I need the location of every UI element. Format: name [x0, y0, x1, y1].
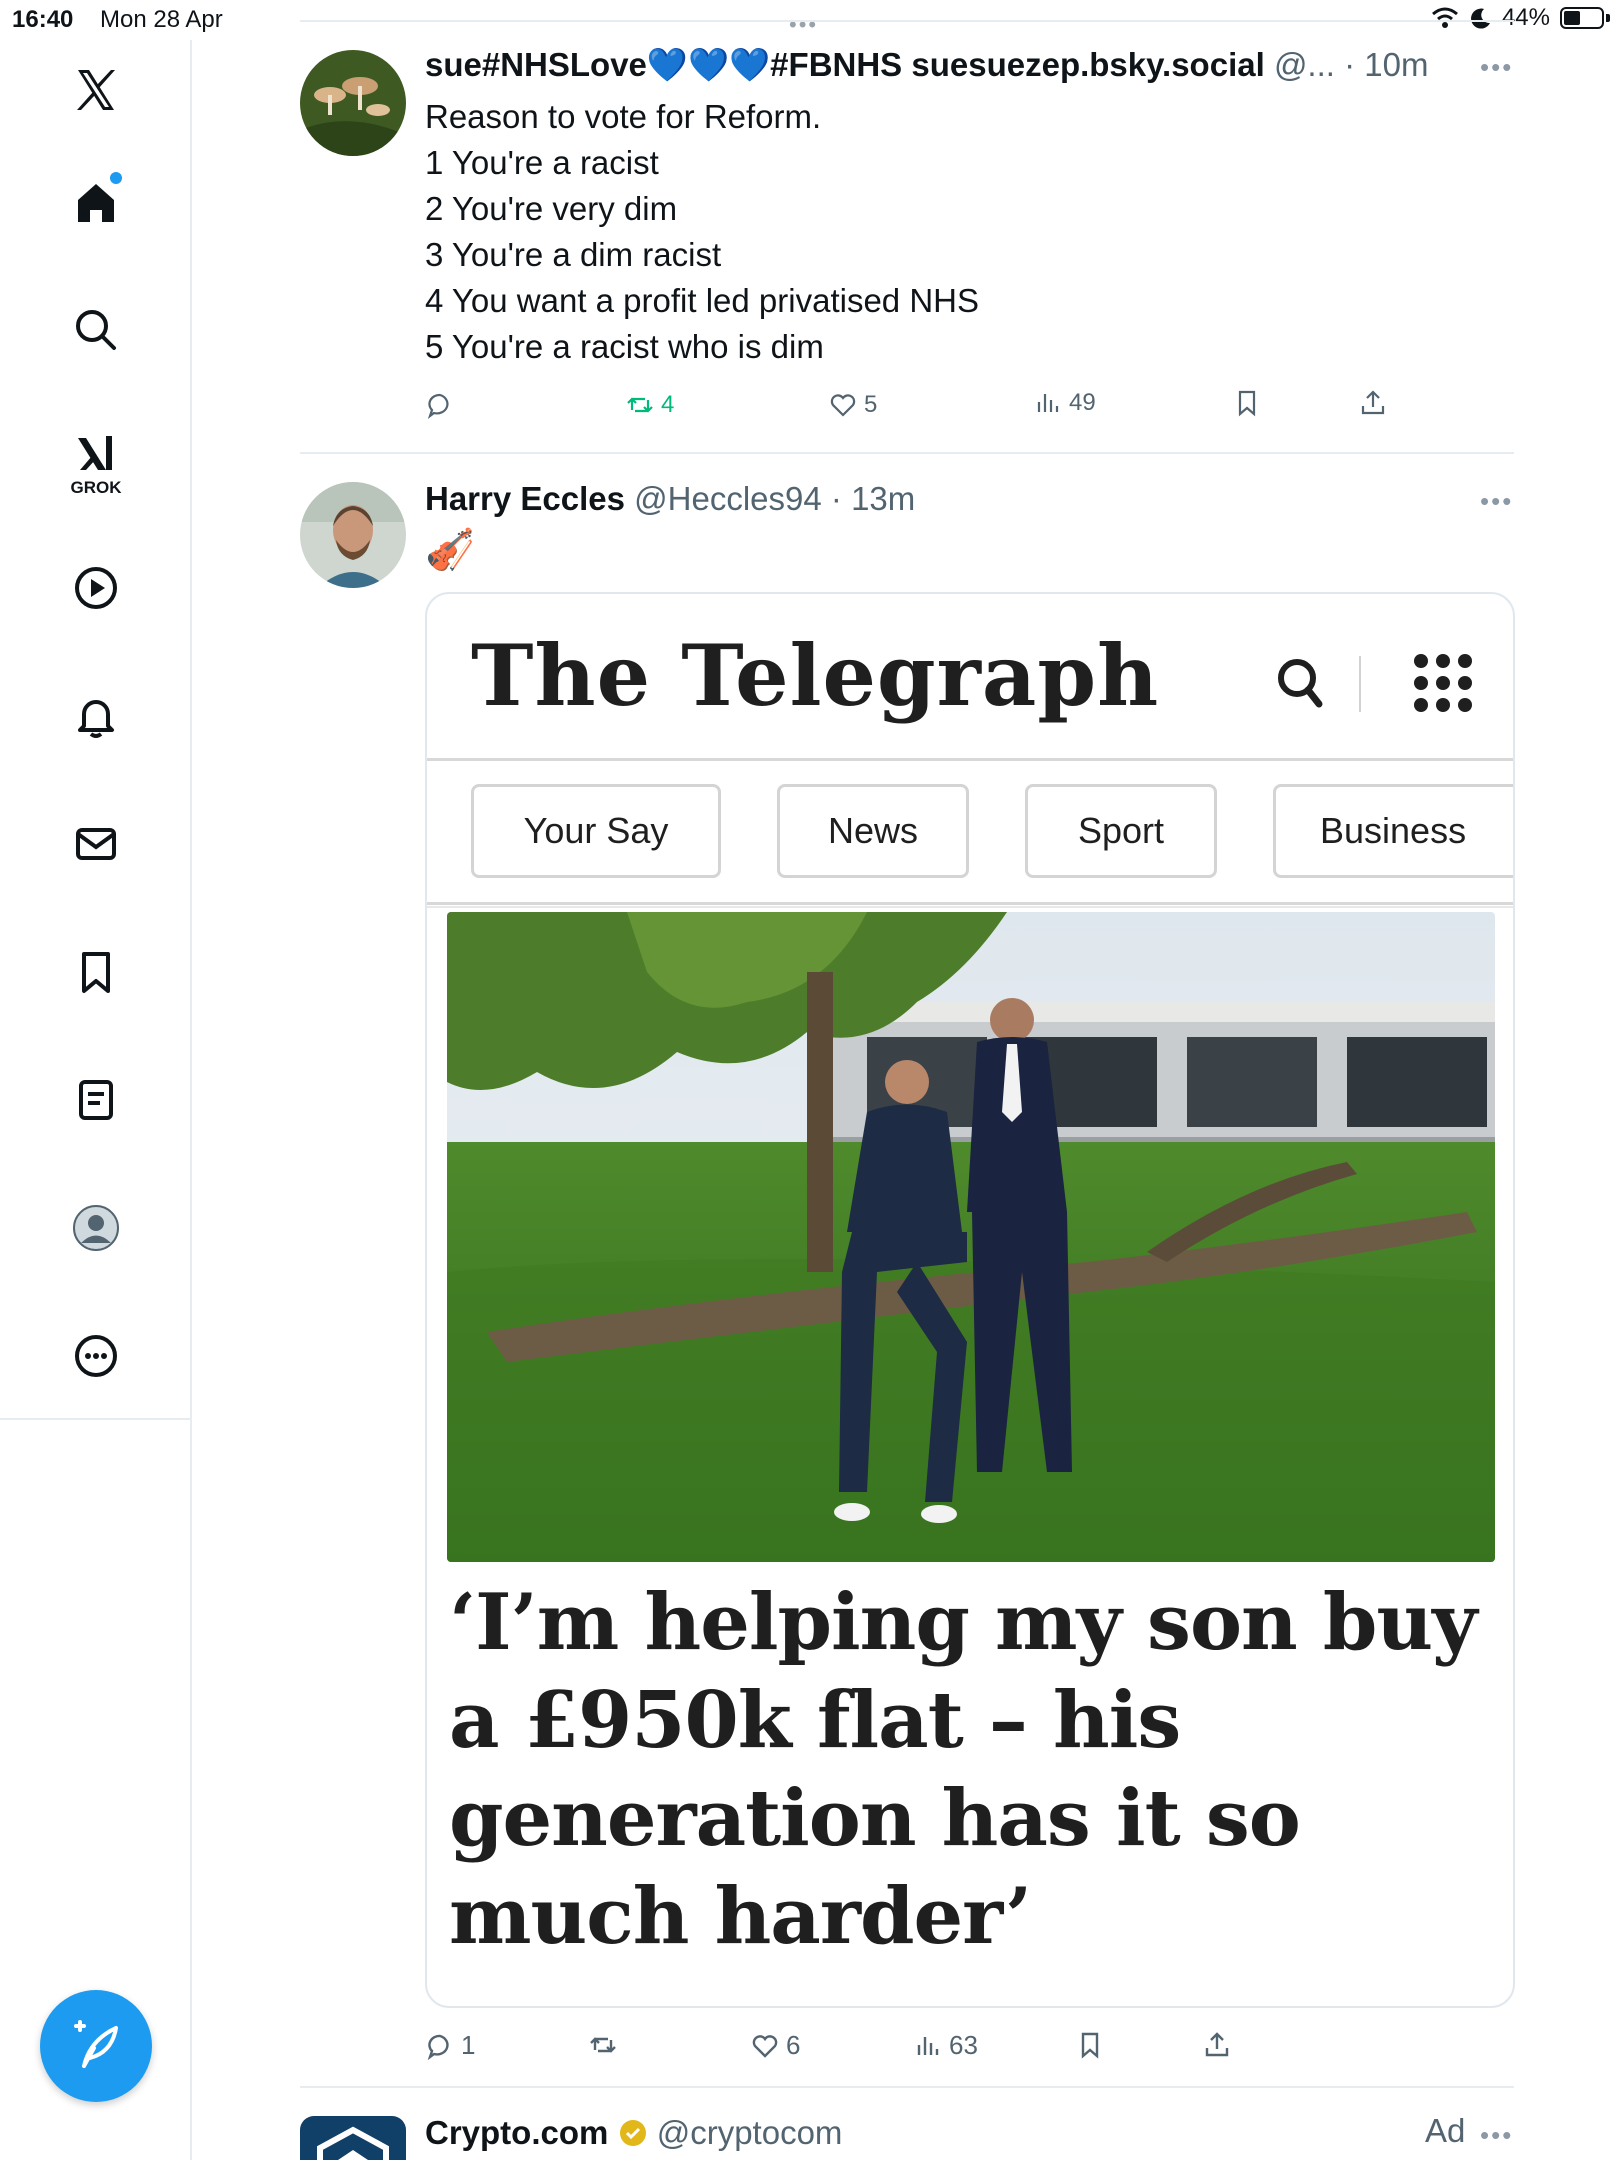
- home-notification-dot: [110, 172, 122, 184]
- post-text-line: 1 You're a racist: [425, 144, 659, 181]
- menu-grid-icon: [1414, 654, 1474, 714]
- share-button[interactable]: [1358, 388, 1388, 418]
- views-count: 63: [949, 2030, 978, 2060]
- battery-percent: 44%: [1501, 4, 1550, 31]
- tabs-rule: [427, 902, 1513, 908]
- bookmark-icon: [1081, 2032, 1099, 2059]
- tab-sport: Sport: [1025, 784, 1217, 878]
- repost-button[interactable]: [588, 2030, 618, 2060]
- feather-plus-icon: [74, 2020, 118, 2068]
- search-icon[interactable]: [56, 290, 136, 370]
- author-handle[interactable]: @cryptocom: [657, 2114, 843, 2151]
- tab-news: News: [777, 784, 969, 878]
- video-icon[interactable]: [56, 548, 136, 628]
- post-header: Harry Eccles @Heccles94 · 13m: [425, 480, 915, 518]
- header-separator: [1359, 656, 1361, 712]
- like-count: 6: [786, 2030, 801, 2060]
- post-header: Crypto.com @cryptocom: [425, 2114, 842, 2152]
- heart-icon: [752, 2034, 778, 2058]
- author-handle[interactable]: @Heccles94: [634, 480, 822, 517]
- repost-icon: [627, 397, 653, 413]
- author-handle[interactable]: @...: [1274, 46, 1335, 83]
- compose-post-button[interactable]: [40, 1990, 152, 2102]
- post-more-icon[interactable]: •••: [1480, 486, 1513, 517]
- post-header: sue#NHSLove💙💙💙#FBNHS suesuezep.bsky.soci…: [425, 46, 1428, 85]
- post-text-line: 5 You're a racist who is dim: [425, 328, 824, 365]
- reply-icon: [427, 393, 449, 419]
- status-date: Mon 28 Apr: [100, 6, 223, 33]
- repost-button[interactable]: 4: [625, 390, 674, 420]
- avatar-sue[interactable]: [300, 50, 406, 156]
- article-photo: [447, 912, 1495, 1562]
- top-divider: [300, 20, 1514, 22]
- tab-business: Business: [1273, 784, 1513, 878]
- author-name[interactable]: Crypto.com: [425, 2114, 608, 2151]
- repost-count: 4: [661, 391, 675, 418]
- ad-label: Ad: [1425, 2112, 1466, 2149]
- post-text-line: Reason to vote for Reform.: [425, 98, 822, 135]
- share-button[interactable]: [1202, 2030, 1232, 2060]
- views-button[interactable]: 63: [913, 2030, 978, 2061]
- views-bar-icon: [1037, 394, 1059, 412]
- tab-your-say: Your Say: [471, 784, 721, 878]
- sidebar: GROK: [0, 40, 192, 2160]
- views-button[interactable]: 49: [1033, 388, 1096, 418]
- masthead-rule: [427, 758, 1513, 761]
- home-icon[interactable]: [56, 162, 136, 242]
- like-count: 5: [864, 391, 878, 418]
- repost-icon: [590, 2037, 616, 2053]
- messages-envelope-icon[interactable]: [56, 804, 136, 884]
- avatar-crypto-com[interactable]: [300, 2116, 406, 2160]
- more-options-icon[interactable]: [56, 1316, 136, 1396]
- heart-icon: [830, 394, 856, 417]
- profile-avatar-icon[interactable]: [56, 1188, 136, 1268]
- verified-gold-badge-icon: [619, 2120, 646, 2146]
- share-icon: [1361, 390, 1385, 415]
- status-time: 16:40: [12, 6, 74, 33]
- reply-icon: [427, 2034, 449, 2060]
- post-time[interactable]: · 13m: [831, 480, 915, 517]
- wifi-icon: [1431, 7, 1458, 28]
- share-icon: [1205, 2032, 1229, 2057]
- status-indicators: 44%: [1430, 4, 1610, 32]
- avatar-harry-eccles[interactable]: [300, 482, 406, 588]
- author-name[interactable]: sue#NHSLove💙💙💙#FBNHS suesuezep.bsky.soci…: [425, 46, 1265, 83]
- article-headline: ‘I’m helping my son buy a £950k flat – h…: [449, 1577, 1477, 1962]
- battery-cap: [1606, 14, 1610, 22]
- reply-count: 1: [461, 2030, 476, 2060]
- post-divider: [300, 2086, 1514, 2088]
- search-icon: [1278, 659, 1323, 708]
- views-bar-icon: [917, 2036, 939, 2055]
- newspaper-masthead: The Telegraph: [471, 626, 1160, 725]
- post-time[interactable]: · 10m: [1344, 46, 1428, 83]
- post-more-icon[interactable]: •••: [1480, 52, 1513, 83]
- post-media-card[interactable]: The Telegraph Your Say News Sport Busine…: [425, 592, 1515, 2008]
- battery-icon: [1560, 7, 1604, 29]
- moon-icon: [1470, 8, 1490, 29]
- bookmark-button[interactable]: [1232, 388, 1262, 418]
- post-text-violin: 🎻: [425, 528, 475, 572]
- reply-button[interactable]: [425, 390, 455, 420]
- bookmark-icon: [1238, 390, 1256, 417]
- bookmark-button[interactable]: [1075, 2030, 1105, 2060]
- post-more-icon[interactable]: •••: [1480, 2120, 1513, 2151]
- reply-button[interactable]: 1: [425, 2030, 475, 2061]
- x-logo-icon[interactable]: [56, 50, 136, 130]
- grok-label: GROK: [70, 478, 122, 497]
- notifications-bell-icon[interactable]: [56, 676, 136, 756]
- author-name[interactable]: Harry Eccles: [425, 480, 625, 517]
- like-button[interactable]: 6: [750, 2030, 800, 2061]
- views-count: 49: [1069, 389, 1096, 416]
- post-divider: [300, 452, 1514, 454]
- sidebar-divider: [0, 1418, 192, 1420]
- bookmarks-icon[interactable]: [56, 932, 136, 1012]
- multitasking-dots-icon[interactable]: •••: [789, 12, 818, 38]
- like-button[interactable]: 5: [828, 390, 877, 420]
- lists-icon[interactable]: [56, 1060, 136, 1140]
- post-text-line: 3 You're a dim racist: [425, 236, 722, 273]
- post-text-line: 2 You're very dim: [425, 190, 678, 227]
- post-text-line: 4 You want a profit led privatised NHS: [425, 282, 979, 319]
